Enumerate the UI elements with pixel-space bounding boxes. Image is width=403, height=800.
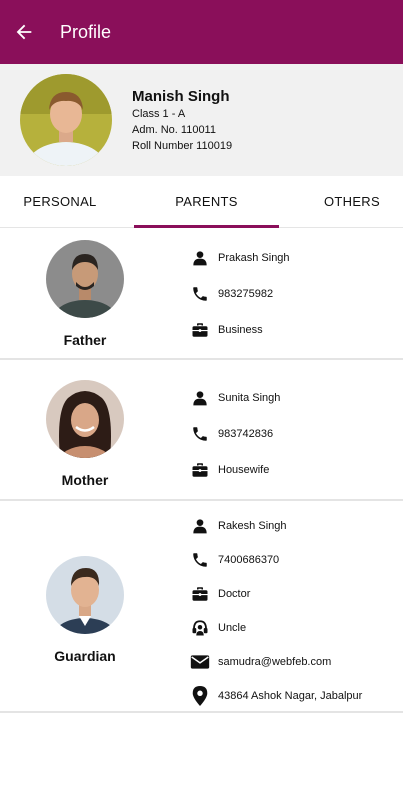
app-bar: Profile [0, 0, 403, 64]
guardian-phone: 7400686370 [218, 554, 280, 566]
tab-others[interactable]: OTHERS [312, 176, 392, 228]
tab-parents[interactable]: PARENTS [134, 176, 279, 228]
guardian-address-row: 43864 Ashok Nagar, Jabalpur [190, 685, 362, 707]
briefcase-icon [190, 460, 210, 480]
guardian-relation-row: Uncle [190, 617, 246, 639]
mother-card: Mother Sunita Singh 983742836 Housewife [0, 362, 403, 501]
father-occupation-row: Business [190, 319, 263, 341]
back-button[interactable] [4, 12, 44, 52]
student-roll-number: Roll Number 110019 [132, 140, 233, 152]
phone-icon [190, 284, 210, 304]
page-title: Profile [60, 21, 112, 42]
guardian-address: 43864 Ashok Nagar, Jabalpur [218, 690, 363, 702]
father-name: Prakash Singh [218, 252, 290, 264]
location-pin-icon [190, 686, 210, 706]
father-phone-row[interactable]: 983275982 [190, 283, 273, 305]
guardian-role-label: Guardian [54, 648, 116, 664]
guardian-email-row[interactable]: samudra@webfeb.com [190, 651, 331, 673]
mother-role-label: Mother [61, 472, 109, 488]
mother-phone: 983742836 [218, 428, 274, 440]
mother-occupation-row: Housewife [190, 459, 269, 481]
person-icon [190, 388, 210, 408]
guardian-occupation: Doctor [218, 588, 251, 600]
student-admission-number: Adm. No. 110011 [132, 124, 216, 136]
father-role-label: Father [63, 332, 107, 348]
student-name: Manish Singh [132, 88, 230, 105]
student-info: Manish Singh Class 1 - A Adm. No. 110011… [132, 88, 232, 154]
mother-occupation: Housewife [218, 464, 270, 476]
relation-icon [190, 618, 210, 638]
father-card: Father Prakash Singh 983275982 Business [0, 229, 403, 360]
student-class: Class 1 - A [132, 108, 186, 120]
active-tab-indicator [134, 225, 279, 228]
mother-name: Sunita Singh [218, 392, 281, 404]
guardian-photo [46, 556, 124, 634]
guardian-email: samudra@webfeb.com [218, 656, 332, 668]
mother-name-row: Sunita Singh [190, 387, 280, 409]
father-phone: 983275982 [218, 288, 274, 300]
student-header: Manish Singh Class 1 - A Adm. No. 110011… [0, 64, 403, 176]
father-photo [46, 240, 124, 318]
father-name-row: Prakash Singh [190, 247, 290, 269]
person-icon [190, 248, 210, 268]
guardian-relation: Uncle [218, 622, 247, 634]
mother-phone-row[interactable]: 983742836 [190, 423, 273, 445]
guardian-name: Rakesh Singh [218, 520, 287, 532]
tab-bar: PERSONAL PARENTS OTHERS [0, 176, 403, 228]
guardian-card: Guardian Rakesh Singh 7400686370 Doctor … [0, 503, 403, 713]
tab-personal[interactable]: PERSONAL [0, 176, 120, 228]
student-avatar [20, 74, 112, 166]
briefcase-icon [190, 584, 210, 604]
email-icon [190, 652, 210, 672]
father-occupation: Business [218, 324, 263, 336]
guardian-occupation-row: Doctor [190, 583, 250, 605]
person-icon [190, 516, 210, 536]
phone-icon [190, 424, 210, 444]
briefcase-icon [190, 320, 210, 340]
mother-photo [46, 380, 124, 458]
arrow-back-icon [16, 24, 32, 40]
guardian-name-row: Rakesh Singh [190, 515, 287, 537]
phone-icon [190, 550, 210, 570]
guardian-phone-row[interactable]: 7400686370 [190, 549, 279, 571]
